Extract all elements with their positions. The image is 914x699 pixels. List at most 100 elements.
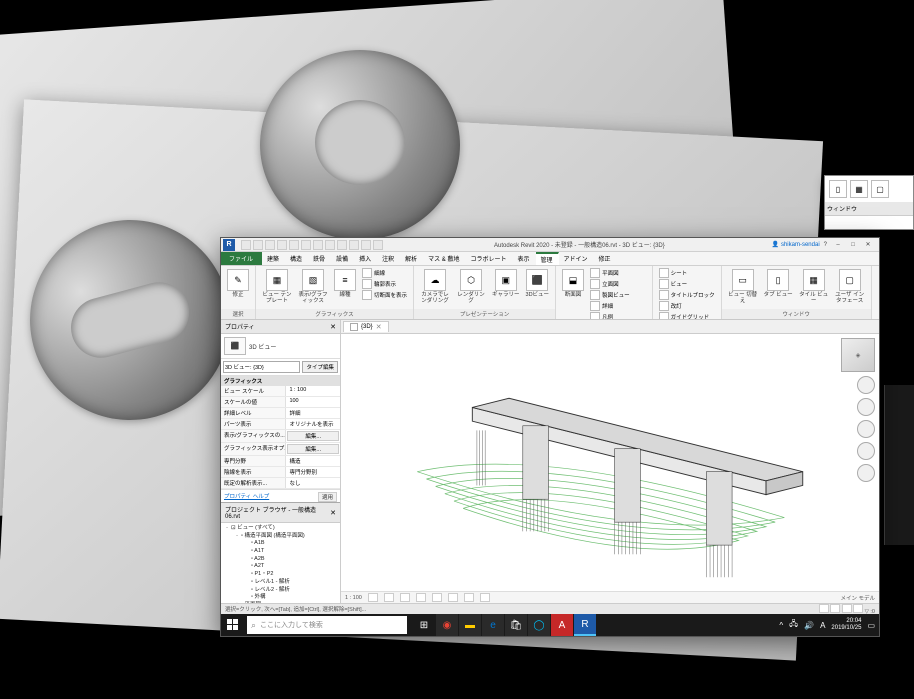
qat-save-icon[interactable]: [253, 240, 263, 250]
browser-header[interactable]: プロジェクト ブラウザ - 一般構造06.rvt ✕: [221, 503, 340, 523]
ribbon-tab-3[interactable]: 設備: [331, 252, 354, 265]
nav-wheel-icon[interactable]: [857, 398, 875, 416]
ribbon-button[interactable]: ▦タイル ビュー: [797, 268, 831, 309]
property-row[interactable]: 陰線を表示専門分野別: [221, 467, 340, 478]
property-row[interactable]: 専門分野構造: [221, 456, 340, 467]
close-button[interactable]: ✕: [861, 240, 875, 250]
tree-item[interactable]: ▫ A2T: [223, 563, 338, 571]
crop-region-icon[interactable]: [448, 593, 458, 602]
help-icon[interactable]: ?: [824, 242, 827, 248]
qat-undo-icon[interactable]: [265, 240, 275, 250]
ribbon-small-button[interactable]: シート: [657, 268, 717, 278]
ribbon-small-button[interactable]: 改訂: [657, 301, 717, 311]
apply-button[interactable]: 適用: [318, 492, 337, 502]
tree-root[interactable]: -⊡ ビュー (すべて): [223, 525, 338, 533]
ribbon-tab-9[interactable]: 表示: [512, 252, 535, 265]
ribbon-small-button[interactable]: 凡例: [588, 312, 648, 320]
canvas-tab-3d[interactable]: {3D} ✕: [343, 321, 389, 332]
visual-style-icon[interactable]: [384, 593, 394, 602]
hide-isolate-icon[interactable]: [464, 593, 474, 602]
ribbon-small-button[interactable]: 細線: [360, 268, 409, 278]
select-links-icon[interactable]: [819, 604, 829, 613]
taskbar-revit-icon[interactable]: R: [574, 614, 596, 636]
tree-item[interactable]: ▫ P1・P2: [223, 571, 338, 579]
property-row[interactable]: スケールの値100: [221, 397, 340, 408]
ribbon-button[interactable]: ▦ビュー テンプレート: [260, 268, 294, 309]
nav-orbit-icon[interactable]: [857, 464, 875, 482]
nav-pan-icon[interactable]: [857, 420, 875, 438]
tree-item[interactable]: ▫ A2B: [223, 556, 338, 564]
tree-item[interactable]: ▫ 外構: [223, 594, 338, 602]
notification-icon[interactable]: ▭: [867, 621, 875, 630]
taskbar-cortana-icon[interactable]: ◯: [528, 614, 550, 636]
ribbon-button[interactable]: ✎修正: [225, 268, 251, 309]
tray-network-icon[interactable]: 🖧: [789, 618, 798, 632]
select-face-icon[interactable]: [842, 604, 852, 613]
tray-up-icon[interactable]: ^: [779, 621, 783, 630]
ribbon-small-button[interactable]: タイトルブロック: [657, 290, 717, 300]
ribbon-tab-1[interactable]: 構造: [285, 252, 308, 265]
tray-volume-icon[interactable]: 🔊: [804, 621, 814, 630]
ribbon-button[interactable]: ▯タブ ビュー: [762, 268, 795, 309]
reveal-icon[interactable]: [480, 593, 490, 602]
property-row[interactable]: 表示/グラフィックスの...編集...: [221, 430, 340, 443]
ribbon-tab-6[interactable]: 解析: [400, 252, 423, 265]
qat-redo-icon[interactable]: [277, 240, 287, 250]
view-scale[interactable]: 1 : 100: [345, 595, 362, 601]
ribbon-small-button[interactable]: 製図ビュー: [588, 290, 648, 300]
qat-measure-icon[interactable]: [301, 240, 311, 250]
ribbon-tab-4[interactable]: 挿入: [354, 252, 377, 265]
properties-help-link[interactable]: プロパティ ヘルプ 適用: [221, 489, 340, 502]
ribbon-small-button[interactable]: 詳細: [588, 301, 648, 311]
ribbon-small-button[interactable]: 輪郭表示: [360, 279, 409, 289]
nav-zoom-icon[interactable]: [857, 442, 875, 460]
ribbon-tab-10[interactable]: 管理: [536, 252, 559, 265]
tray-ime-icon[interactable]: A: [820, 621, 825, 630]
ribbon-tab-7[interactable]: マス & 敷地: [423, 252, 465, 265]
close-icon[interactable]: ✕: [330, 323, 336, 331]
ribbon-tab-0[interactable]: 建築: [262, 252, 285, 265]
minimize-button[interactable]: –: [831, 240, 845, 250]
edit-type-button[interactable]: タイプ編集: [302, 361, 338, 373]
taskbar-store-icon[interactable]: 🛍: [505, 614, 527, 636]
user-account[interactable]: 👤 shikam-sendai: [772, 241, 820, 248]
property-row[interactable]: 詳細レベル詳細: [221, 408, 340, 419]
filter-icon[interactable]: [853, 604, 863, 613]
close-icon[interactable]: ✕: [376, 323, 382, 331]
close-icon[interactable]: ✕: [330, 509, 336, 517]
qat-3d-icon[interactable]: [349, 240, 359, 250]
maximize-button[interactable]: □: [846, 240, 860, 250]
tree-item[interactable]: -▫ 構造平面図 (構造平面図): [223, 533, 338, 541]
ribbon-button[interactable]: ▭ビュー 切替え: [726, 268, 760, 309]
qat-print-icon[interactable]: [289, 240, 299, 250]
ribbon-small-button[interactable]: ビュー: [657, 279, 717, 289]
property-row[interactable]: パーツ表示オリジナルを表示: [221, 419, 340, 430]
ribbon-button[interactable]: ⬓断面図: [560, 268, 586, 320]
nav-home-icon[interactable]: [857, 376, 875, 394]
ribbon-button[interactable]: ≡線種: [332, 268, 358, 309]
qat-section-icon[interactable]: [337, 240, 347, 250]
ribbon-button[interactable]: ⬛3Dビュー: [524, 268, 552, 309]
ribbon-small-button[interactable]: 立面図: [588, 279, 648, 289]
app-icon[interactable]: R: [223, 239, 235, 251]
tree-item[interactable]: ▫ レベル2 - 解析: [223, 587, 338, 595]
crop-icon[interactable]: [432, 593, 442, 602]
sun-path-icon[interactable]: [400, 593, 410, 602]
ribbon-tab-5[interactable]: 注釈: [377, 252, 400, 265]
taskbar-autocad-icon[interactable]: A: [551, 614, 573, 636]
tile-view-icon[interactable]: ▦: [850, 180, 868, 198]
properties-type-row[interactable]: ⬛ 3D ビュー: [221, 334, 340, 359]
select-pinned-icon[interactable]: [830, 604, 840, 613]
ribbon-button[interactable]: ▣ギャラリー: [490, 268, 522, 309]
qat-dim-icon[interactable]: [313, 240, 323, 250]
canvas-viewport[interactable]: ◈: [341, 334, 879, 591]
qat-open-icon[interactable]: [241, 240, 251, 250]
ribbon-button[interactable]: ▧表示/グラフィックス: [296, 268, 330, 309]
taskbar-explorer-icon[interactable]: ▬: [459, 614, 481, 636]
ribbon-tab-8[interactable]: コラボレート: [465, 252, 512, 265]
property-row[interactable]: ビュー スケール1 : 100: [221, 386, 340, 397]
ribbon-small-button[interactable]: 平面図: [588, 268, 648, 278]
properties-selector[interactable]: 3D ビュー: {3D}: [223, 361, 300, 373]
taskbar-search[interactable]: ⌕ ここに入力して検索: [247, 616, 407, 634]
tree-item[interactable]: ▫ A1T: [223, 548, 338, 556]
